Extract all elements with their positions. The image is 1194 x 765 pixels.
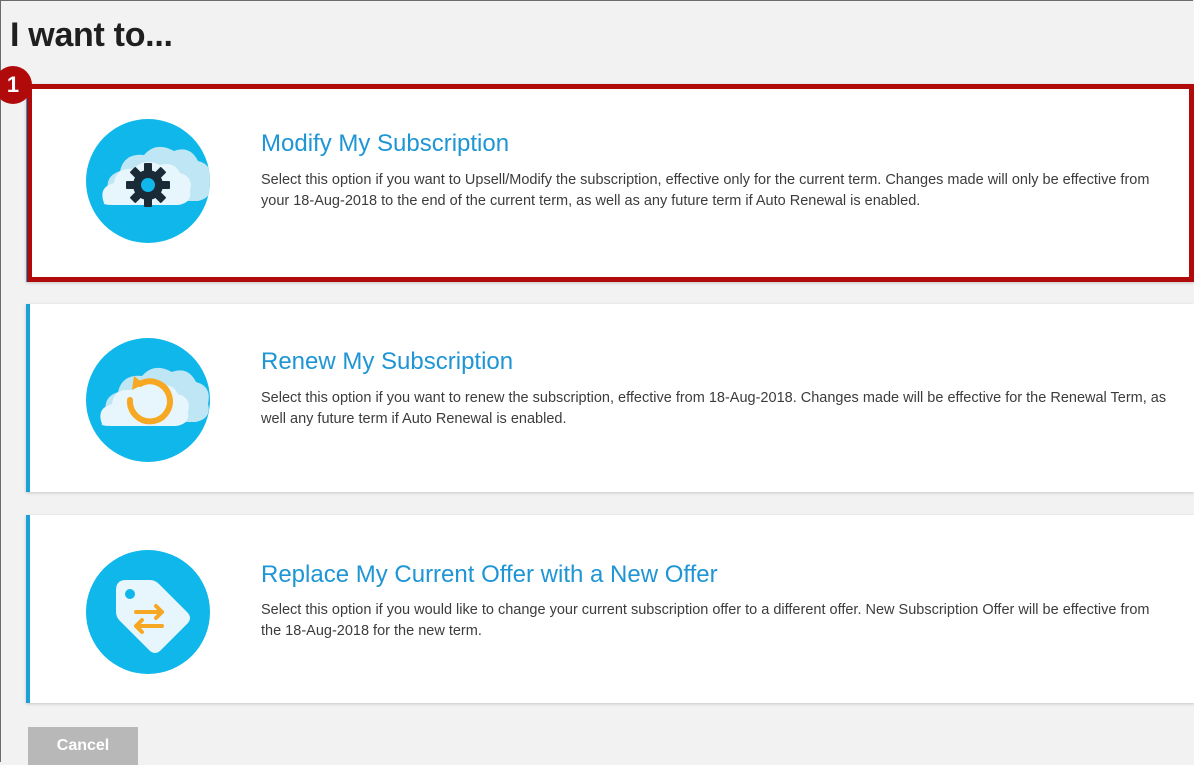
- tag-swap-icon: [86, 550, 210, 674]
- option-modify-subscription[interactable]: Modify My Subscription Select this optio…: [26, 84, 1194, 282]
- option-description: Select this option if you want to Upsell…: [261, 172, 1150, 209]
- option-title[interactable]: Renew My Subscription: [261, 348, 513, 376]
- cloud-renew-icon: [86, 338, 210, 462]
- option-description: Select this option if you would like to …: [261, 602, 1150, 639]
- page-title: I want to...: [10, 16, 173, 54]
- option-description: Select this option if you want to renew …: [261, 390, 1167, 427]
- option-replace-offer[interactable]: Replace My Current Offer with a New Offe…: [26, 515, 1194, 703]
- option-title[interactable]: Modify My Subscription: [261, 130, 509, 158]
- cloud-gear-icon: [86, 119, 210, 243]
- option-renew-subscription[interactable]: Renew My Subscription Select this option…: [26, 304, 1194, 492]
- option-title[interactable]: Replace My Current Offer with a New Offe…: [261, 561, 718, 589]
- cancel-button[interactable]: Cancel: [28, 727, 138, 765]
